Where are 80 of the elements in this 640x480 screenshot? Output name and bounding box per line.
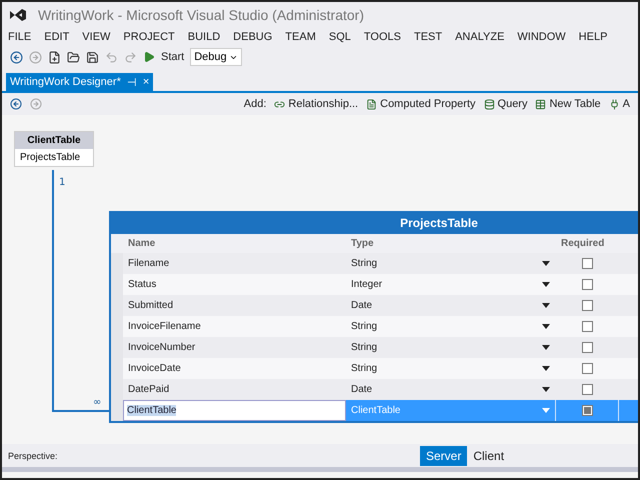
projects-table-card[interactable]: ProjectsTable Name Type Required Filename String Status Integer Submitted Date InvoiceFilename String InvoiceNumber String InvoiceDate String DatePaid Date ClientTable ClientTable bbox=[109, 211, 638, 423]
required-checkbox[interactable] bbox=[582, 363, 592, 374]
menu-item[interactable]: HELP bbox=[578, 30, 608, 42]
perspective-label: Perspective: bbox=[8, 450, 59, 460]
required-checkbox[interactable] bbox=[582, 342, 592, 353]
dropdown-arrow-icon bbox=[542, 345, 550, 350]
table-cell: Filename bbox=[123, 253, 346, 274]
type-dropdown[interactable]: Date bbox=[346, 295, 556, 316]
action-icon bbox=[366, 98, 378, 110]
toolbar-action[interactable]: Relationship... bbox=[274, 98, 358, 110]
toolbar-action[interactable]: New Table bbox=[535, 98, 601, 110]
table-title: ClientTable bbox=[15, 132, 93, 149]
required-checkbox[interactable] bbox=[582, 300, 592, 311]
menu-item[interactable]: TEST bbox=[414, 30, 442, 42]
document-tab[interactable]: WritingWork Designer* ⊣ × bbox=[6, 73, 154, 91]
save-icon[interactable] bbox=[86, 50, 99, 64]
perspective-tab[interactable]: Client bbox=[467, 446, 510, 466]
menu-item[interactable]: PROJECT bbox=[123, 30, 175, 42]
folder-icon[interactable] bbox=[67, 50, 80, 64]
menu-item[interactable]: WINDOW bbox=[517, 30, 566, 42]
menu-item[interactable]: ANALYZE bbox=[455, 30, 504, 42]
menu-item[interactable]: DEBUG bbox=[233, 30, 272, 42]
name-field[interactable]: ClientTable bbox=[123, 400, 346, 421]
perspective-tab[interactable]: Server bbox=[420, 446, 468, 466]
play-icon[interactable] bbox=[143, 51, 155, 63]
column-header: Name bbox=[127, 237, 156, 251]
dropdown-arrow-icon bbox=[542, 324, 550, 329]
column-header: Type bbox=[350, 237, 375, 251]
toolbar-action[interactable]: Computed Property bbox=[366, 98, 476, 110]
start-button[interactable]: Start bbox=[161, 51, 184, 63]
dropdown-arrow-icon bbox=[542, 387, 550, 392]
menu-item[interactable]: EDIT bbox=[44, 30, 70, 42]
table-cell: InvoiceNumber bbox=[123, 337, 346, 358]
type-dropdown[interactable]: String bbox=[346, 337, 556, 358]
table-cell: DatePaid bbox=[123, 379, 346, 400]
type-dropdown[interactable]: String bbox=[346, 316, 556, 337]
table-cell: InvoiceFilename bbox=[123, 316, 346, 337]
required-checkbox[interactable] bbox=[582, 405, 592, 416]
required-checkbox[interactable] bbox=[582, 384, 592, 395]
menu-item[interactable]: TOOLS bbox=[364, 30, 401, 42]
table-cell: Status bbox=[123, 274, 346, 295]
window-title: WritingWork - Microsoft Visual Studio (Administrator) bbox=[38, 7, 364, 23]
required-checkbox[interactable] bbox=[582, 321, 592, 332]
back-icon[interactable] bbox=[10, 98, 22, 110]
menu-item[interactable]: FILE bbox=[8, 30, 32, 42]
menu-item[interactable]: TEAM bbox=[285, 30, 316, 42]
add-label: Add: bbox=[244, 98, 266, 110]
back-icon[interactable] bbox=[10, 50, 23, 64]
dropdown-arrow-icon bbox=[542, 282, 550, 287]
type-dropdown[interactable]: String bbox=[346, 358, 556, 379]
menu-item[interactable]: SQL bbox=[328, 30, 351, 42]
close-button[interactable]: × bbox=[142, 76, 150, 88]
toolbar-action[interactable]: A bbox=[608, 98, 630, 110]
dropdown-arrow-icon bbox=[542, 366, 550, 371]
client-table-card[interactable]: ClientTable ProjectsTable bbox=[14, 131, 94, 167]
table-cell: InvoiceDate bbox=[123, 358, 346, 379]
dropdown-arrow-icon bbox=[542, 261, 550, 266]
type-dropdown[interactable]: Integer bbox=[346, 274, 556, 295]
dropdown-arrow-icon bbox=[542, 408, 550, 413]
dropdown-arrow-icon bbox=[542, 303, 550, 308]
action-icon bbox=[608, 98, 620, 110]
column-header: Required bbox=[560, 237, 606, 251]
type-dropdown[interactable]: Date bbox=[346, 379, 556, 400]
new-file-icon[interactable] bbox=[48, 50, 61, 64]
required-checkbox[interactable] bbox=[582, 279, 592, 290]
action-icon bbox=[535, 98, 546, 110]
cardinality-label: ∞ bbox=[93, 397, 102, 408]
table-cell: Submitted bbox=[123, 295, 346, 316]
configuration-dropdown[interactable]: Debug bbox=[190, 48, 242, 66]
table-field[interactable]: ProjectsTable bbox=[15, 149, 93, 166]
table-title: ProjectsTable bbox=[111, 213, 638, 234]
cardinality-label: 1 bbox=[59, 177, 66, 188]
menu-item[interactable]: BUILD bbox=[188, 30, 220, 42]
toolbar-action[interactable]: Query bbox=[484, 98, 528, 110]
required-checkbox[interactable] bbox=[582, 258, 592, 269]
logo-icon bbox=[8, 6, 28, 24]
action-icon bbox=[484, 98, 495, 110]
pin-button[interactable]: ⊣ bbox=[126, 76, 137, 88]
type-dropdown[interactable]: String bbox=[346, 253, 556, 274]
menu-item[interactable]: VIEW bbox=[82, 30, 110, 42]
